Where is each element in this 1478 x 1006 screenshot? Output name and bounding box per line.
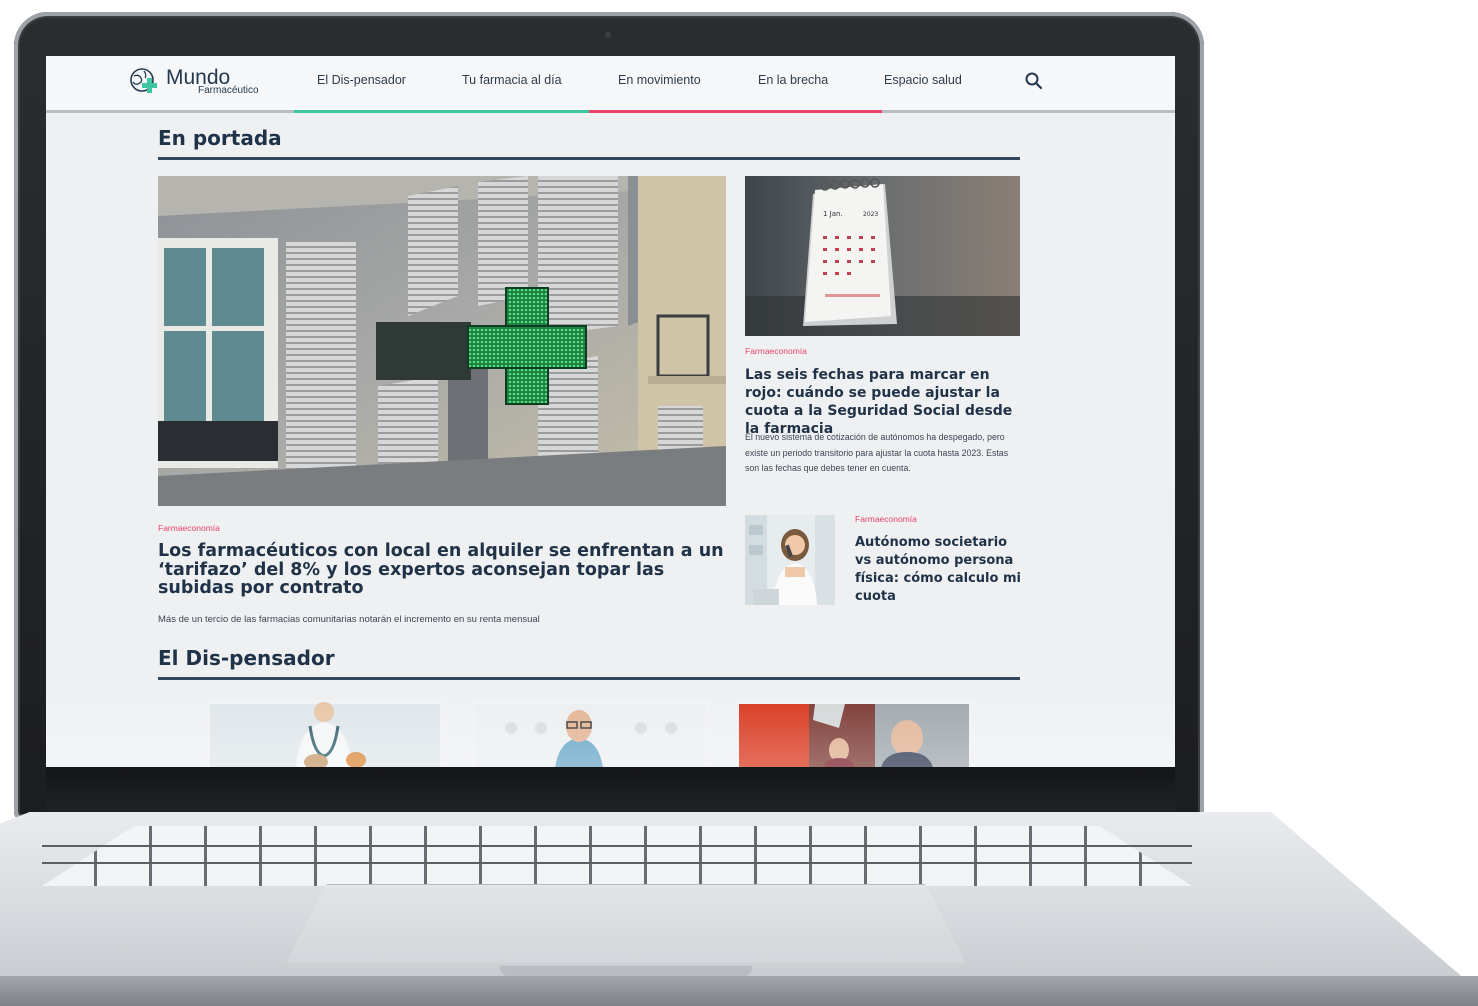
- keyboard-row-divider: [42, 845, 1192, 847]
- search-icon[interactable]: [1024, 71, 1044, 91]
- section-title-el-dis-pensador: El Dis-pensador: [158, 646, 335, 670]
- dispensador-card-1[interactable]: [206, 698, 446, 767]
- main-story-kicker[interactable]: Farmaeconomía: [158, 523, 220, 533]
- main-story-title[interactable]: Los farmacéuticos con local en alquiler …: [158, 542, 738, 598]
- main-story-image[interactable]: [158, 176, 726, 506]
- logo-subtitle: Farmacéutico: [198, 84, 259, 96]
- camera-icon: [605, 32, 611, 38]
- nav-el-dis-pensador[interactable]: El Dis-pensador: [317, 73, 406, 87]
- section-title-en-portada: En portada: [158, 126, 282, 150]
- laptop-base-edge: [0, 976, 1478, 1006]
- section-divider: [158, 157, 1020, 160]
- side-story-summary: El nuevo sistema de cotización de autóno…: [745, 432, 1009, 473]
- small-story-kicker[interactable]: Farmaeconomía: [855, 514, 917, 524]
- nav-tu-farmacia-al-dia[interactable]: Tu farmacia al día: [462, 73, 562, 87]
- browser-viewport: Mundo Farmacéutico El Dis-pensador Tu fa…: [46, 56, 1175, 767]
- laptop-trackpad: [286, 884, 966, 963]
- laptop-opening-notch: [500, 966, 752, 976]
- dispensador-card-3[interactable]: [735, 698, 975, 767]
- side-story-kicker[interactable]: Farmaeconomía: [745, 346, 807, 356]
- calendar-month-text: 1 Jan.: [823, 210, 843, 218]
- section-divider: [158, 677, 1020, 680]
- nav-espacio-salud[interactable]: Espacio salud: [884, 73, 962, 87]
- main-story-summary: Más de un tercio de las farmacias comuni…: [158, 614, 540, 625]
- site-header: Mundo Farmacéutico El Dis-pensador Tu fa…: [46, 56, 1175, 113]
- calendar-year-text: 2023: [863, 211, 878, 218]
- side-story-title[interactable]: Las seis fechas para marcar en rojo: cuá…: [745, 366, 1025, 438]
- side-story-image[interactable]: 1 Jan. 2023: [745, 176, 1020, 336]
- laptop-bezel-bottom: [46, 767, 1175, 811]
- nav-en-la-brecha[interactable]: En la brecha: [758, 73, 828, 87]
- nav-accent-pink: [589, 110, 882, 113]
- nav-accent-green: [294, 110, 589, 113]
- globe-cross-logo-icon: [128, 66, 160, 96]
- small-story-image[interactable]: [745, 515, 835, 605]
- dispensador-card-2[interactable]: [471, 698, 711, 767]
- site-logo[interactable]: Mundo Farmacéutico: [128, 66, 259, 96]
- keyboard-row-divider: [42, 862, 1192, 864]
- small-story-title[interactable]: Autónomo societario vs autónomo persona …: [855, 534, 1023, 606]
- nav-en-movimiento[interactable]: En movimiento: [618, 73, 701, 87]
- laptop-keyboard: [42, 826, 1192, 886]
